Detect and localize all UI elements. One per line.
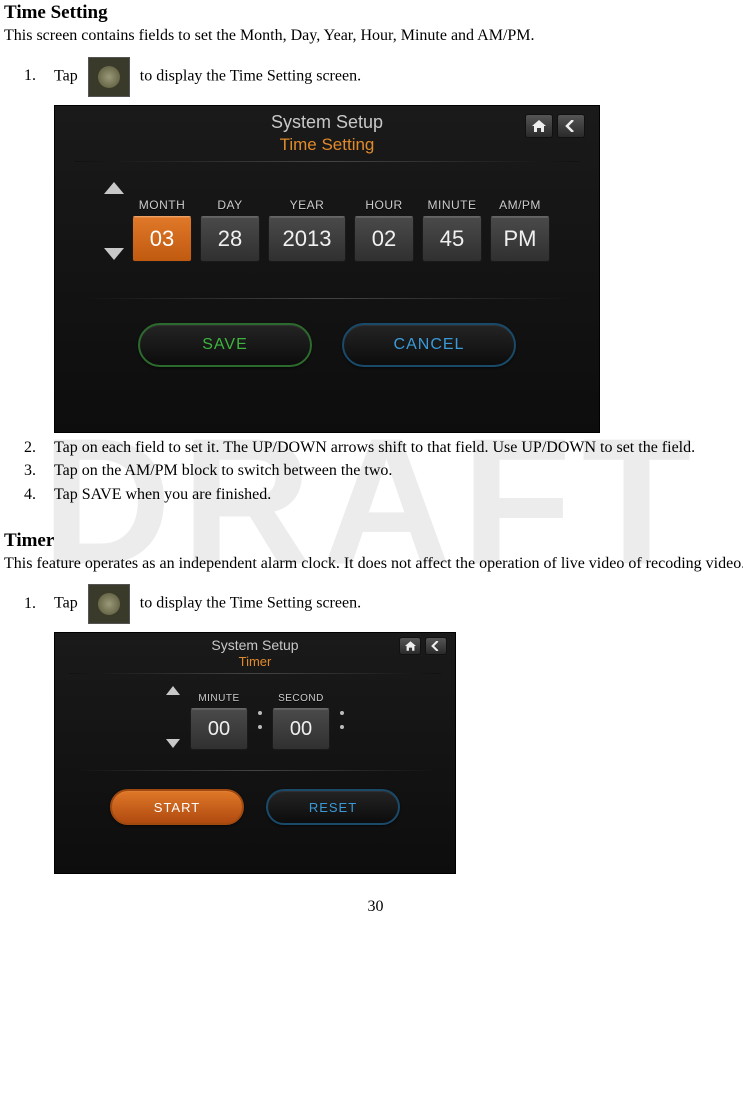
label-hour: HOUR [354,198,414,212]
arrow-down-icon[interactable] [104,248,124,260]
section-title-time-setting: Time Setting [4,2,743,24]
field-ampm[interactable]: PM [490,216,550,262]
timer-screenshot: System Setup Timer MINUTE 00 [54,632,456,874]
step-2: Tap on each field to set it. The UP/DOWN… [40,437,743,459]
back-icon[interactable] [425,637,447,655]
save-button[interactable]: SAVE [138,323,312,367]
field-year[interactable]: 2013 [268,216,346,262]
colon-separator [258,690,262,750]
arrow-up-icon[interactable] [104,182,124,194]
home-icon[interactable] [525,114,553,138]
clock-icon [88,57,130,97]
section-intro: This screen contains fields to set the M… [4,26,743,47]
step-1: Tap to display the Time Setting screen. [40,57,743,97]
screen-subtitle: Time Setting [55,135,599,161]
page-number: 30 [4,898,743,916]
arrow-up-icon[interactable] [166,686,180,695]
clock-icon [88,584,130,624]
reset-button[interactable]: RESET [266,789,400,825]
section-intro-timer: This feature operates as an independent … [4,554,743,575]
label-minute: MINUTE [190,693,248,704]
field-second[interactable]: 00 [272,708,330,750]
field-month[interactable]: 03 [132,216,192,262]
field-day[interactable]: 28 [200,216,260,262]
field-minute[interactable]: 45 [422,216,482,262]
back-icon[interactable] [557,114,585,138]
field-hour[interactable]: 02 [354,216,414,262]
screen-subtitle: Timer [55,654,455,673]
label-ampm: AM/PM [490,198,550,212]
screen-header: System Setup [55,633,455,654]
colon-separator [340,690,344,750]
home-icon[interactable] [399,637,421,655]
section-title-timer: Timer [4,530,743,552]
time-setting-screenshot: System Setup Time Setting MONTH [54,105,600,433]
screen-header: System Setup [55,106,599,135]
label-minute: MINUTE [422,198,482,212]
field-minute[interactable]: 00 [190,708,248,750]
step-4: Tap SAVE when you are finished. [40,484,743,506]
cancel-button[interactable]: CANCEL [342,323,516,367]
label-month: MONTH [132,198,192,212]
timer-step-1: Tap to display the Time Setting screen. [40,584,743,624]
label-second: SECOND [272,693,330,704]
arrow-down-icon[interactable] [166,739,180,748]
step-3: Tap on the AM/PM block to switch between… [40,460,743,482]
label-year: YEAR [268,198,346,212]
label-day: DAY [200,198,260,212]
start-button[interactable]: START [110,789,244,825]
